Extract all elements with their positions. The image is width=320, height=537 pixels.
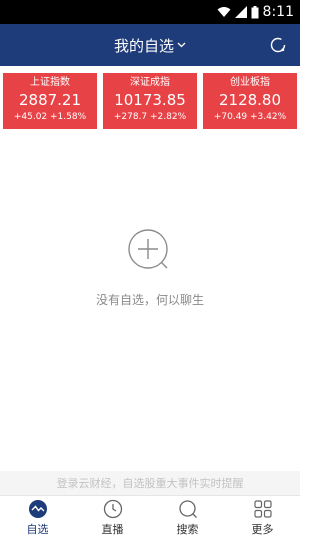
index-change: +70.49 +3.42% [213, 112, 287, 122]
signal-icon [234, 6, 247, 18]
index-value: 2887.21 [18, 91, 82, 109]
tab-bar: 自选 直播 搜索 更多 [0, 495, 300, 537]
status-icons: 8:11 [217, 0, 294, 24]
wifi-icon [217, 7, 231, 17]
index-card-shenzhen[interactable]: 深证成指 10173.85 +278.7 +2.82% [103, 73, 197, 129]
index-card-shanghai[interactable]: 上证指数 2887.21 +45.02 +1.58% [3, 73, 97, 129]
index-card-chinext[interactable]: 创业板指 2128.80 +70.49 +3.42% [203, 73, 297, 129]
index-name: 深证成指 [130, 77, 170, 88]
empty-state: 没有自选，何以聊生 [0, 227, 300, 308]
tab-label: 直播 [101, 523, 124, 536]
index-change: +45.02 +1.58% [13, 112, 87, 122]
login-banner[interactable]: 登录云财经，自选股重大事件实时提醒 [0, 471, 300, 495]
add-search-icon[interactable] [126, 227, 174, 283]
status-bar: 8:11 [0, 0, 300, 24]
index-value: 2128.80 [218, 91, 282, 109]
empty-message: 没有自选，何以聊生 [95, 293, 204, 307]
search-icon [178, 499, 198, 519]
clock-icon [103, 499, 123, 519]
index-name: 上证指数 [30, 77, 70, 88]
chevron-down-icon [177, 42, 186, 48]
tab-label: 更多 [251, 523, 274, 536]
tab-label: 自选 [26, 523, 49, 536]
pulse-icon [28, 499, 48, 519]
tab-search[interactable]: 搜索 [150, 496, 225, 537]
index-name: 创业板指 [230, 77, 270, 88]
tab-watchlist[interactable]: 自选 [0, 496, 75, 537]
battery-icon [251, 5, 259, 18]
grid-icon [253, 499, 273, 519]
refresh-icon [270, 37, 286, 53]
page-title: 我的自选 [113, 36, 174, 55]
refresh-button[interactable] [266, 33, 290, 57]
banner-text: 登录云财经，自选股重大事件实时提醒 [56, 477, 244, 490]
tab-live[interactable]: 直播 [75, 496, 150, 537]
market-index-row: 上证指数 2887.21 +45.02 +1.58% 深证成指 10173.85… [3, 73, 297, 129]
clock-time: 8:11 [262, 4, 294, 20]
watchlist-title-dropdown[interactable]: 我的自选 [0, 24, 300, 66]
index-change: +278.7 +2.82% [113, 112, 187, 122]
tab-more[interactable]: 更多 [225, 496, 300, 537]
nav-bar: 我的自选 [0, 24, 300, 66]
index-value: 10173.85 [114, 91, 186, 109]
tab-label: 搜索 [176, 523, 199, 536]
